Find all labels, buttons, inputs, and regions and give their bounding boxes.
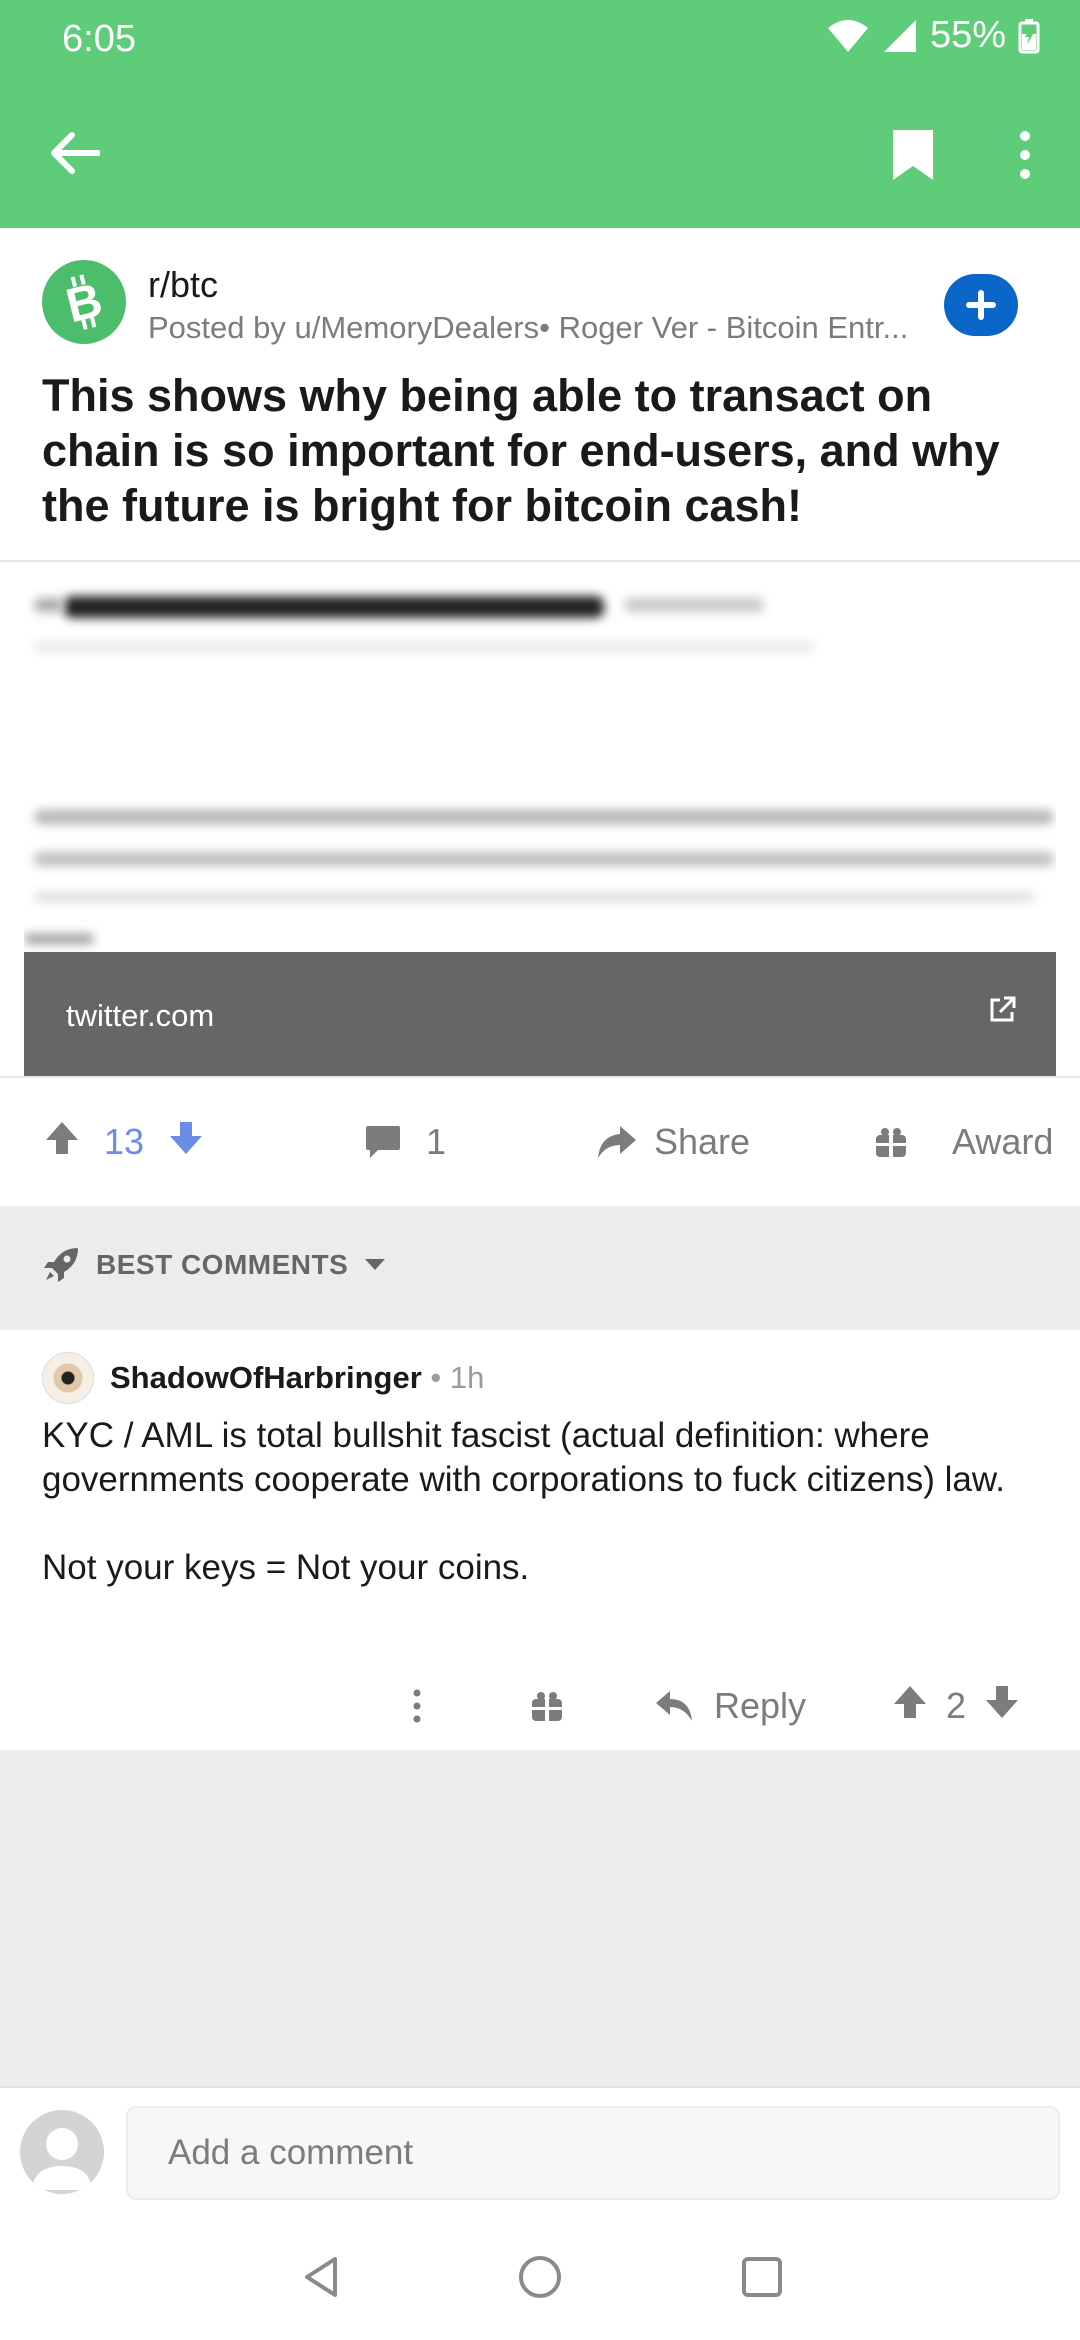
upvote-arrow-icon (894, 1685, 926, 1718)
comment-composer (0, 2086, 1080, 2214)
vote-group: 13 (44, 1114, 204, 1170)
system-nav-bar (0, 2214, 1080, 2340)
status-time: 6:05 (62, 18, 136, 60)
comment-actions: Reply 2 (0, 1666, 1080, 1746)
comment-count: 1 (426, 1121, 447, 1162)
post-title[interactable]: This shows why being able to transact on… (42, 368, 1052, 533)
save-post-button[interactable] (878, 120, 948, 190)
comment-bubble-icon (366, 1126, 400, 1158)
share-label: Share (654, 1121, 751, 1162)
comment-vote-group: 2 (892, 1676, 1020, 1736)
downvote-arrow-icon (170, 1121, 203, 1154)
more-options-button[interactable] (1000, 120, 1050, 190)
nav-back-button[interactable] (286, 2244, 356, 2310)
link-preview[interactable]: twitter.com (0, 560, 1080, 1078)
comment-score: 2 (946, 1685, 967, 1726)
blurred-tweet-image (24, 562, 1056, 952)
bitcoin-cash-icon: B (61, 274, 107, 331)
post-score: 13 (104, 1121, 145, 1162)
nav-recents-button[interactable] (727, 2244, 797, 2310)
bookmark-icon (893, 130, 933, 180)
comment-sort-bar: BEST COMMENTS (0, 1206, 1080, 1330)
square-recents-icon (742, 2257, 782, 2297)
comment-body: KYC / AML is total bullshit fascist (act… (42, 1416, 1005, 1587)
comment-author-avatar[interactable] (42, 1352, 94, 1404)
reply-arrow-icon (656, 1691, 692, 1721)
status-bar: 6:05 55% (0, 0, 1080, 80)
post-author-line[interactable]: Posted by u/MemoryDealers• Roger Ver - B… (148, 310, 928, 346)
comment-award-button[interactable] (530, 1676, 564, 1736)
reply-label: Reply (714, 1685, 807, 1726)
comment: ShadowOfHarbringer • 1h KYC / AML is tot… (0, 1330, 1080, 1750)
upvote-button[interactable] (44, 1120, 80, 1165)
battery-percent: 55% (929, 14, 1006, 56)
caret-down-icon (365, 1259, 386, 1270)
external-link-icon (988, 996, 1016, 1029)
comment-meta: ShadowOfHarbringer • 1h (110, 1360, 484, 1396)
battery-charging-icon (1018, 18, 1040, 54)
gift-icon (532, 1691, 562, 1721)
user-avatar (20, 2110, 104, 2194)
award-button[interactable]: Award (874, 1114, 1053, 1170)
nav-home-button[interactable] (505, 2244, 575, 2310)
comment-time: • 1h (421, 1360, 485, 1395)
subreddit-name[interactable]: r/btc (148, 264, 218, 306)
gift-icon (876, 1127, 906, 1157)
rocket-icon (44, 1248, 78, 1282)
wifi-icon (826, 18, 870, 54)
comment-author[interactable]: ShadowOfHarbringer (110, 1360, 422, 1395)
comments-empty-area (0, 1750, 1080, 2086)
cell-signal-icon (882, 18, 918, 54)
comment-downvote-button[interactable] (984, 1684, 1020, 1729)
post-actions: 13 1 Share Award (0, 1078, 1080, 1206)
circle-home-icon (519, 2256, 561, 2298)
more-vert-icon (1020, 131, 1030, 179)
plus-icon (966, 290, 996, 320)
share-arrow-icon (598, 1126, 636, 1158)
triangle-back-icon (305, 2257, 337, 2297)
app-header: 6:05 55% (0, 0, 1080, 228)
comment-reply-button[interactable]: Reply (654, 1676, 806, 1736)
add-comment-input[interactable] (126, 2106, 1060, 2200)
comment-more-button[interactable] (412, 1676, 422, 1736)
sort-dropdown[interactable]: BEST COMMENTS (42, 1246, 386, 1284)
comment-upvote-button[interactable] (892, 1684, 928, 1729)
back-button[interactable] (40, 118, 110, 188)
join-subreddit-button[interactable] (944, 274, 1018, 336)
link-domain-bar[interactable]: twitter.com (24, 952, 1056, 1076)
default-user-icon (32, 2128, 92, 2190)
sort-label: BEST COMMENTS (96, 1249, 349, 1280)
share-button[interactable]: Share (596, 1114, 750, 1170)
downvote-arrow-icon (986, 1685, 1019, 1718)
more-vert-icon (413, 1689, 421, 1723)
upvote-arrow-icon (46, 1121, 78, 1154)
downvote-button[interactable] (168, 1120, 204, 1165)
award-label: Award (952, 1121, 1054, 1162)
subreddit-avatar[interactable]: B (42, 260, 126, 344)
comments-button[interactable]: 1 (364, 1114, 446, 1170)
back-arrow-icon (51, 132, 100, 174)
link-domain: twitter.com (66, 998, 215, 1033)
